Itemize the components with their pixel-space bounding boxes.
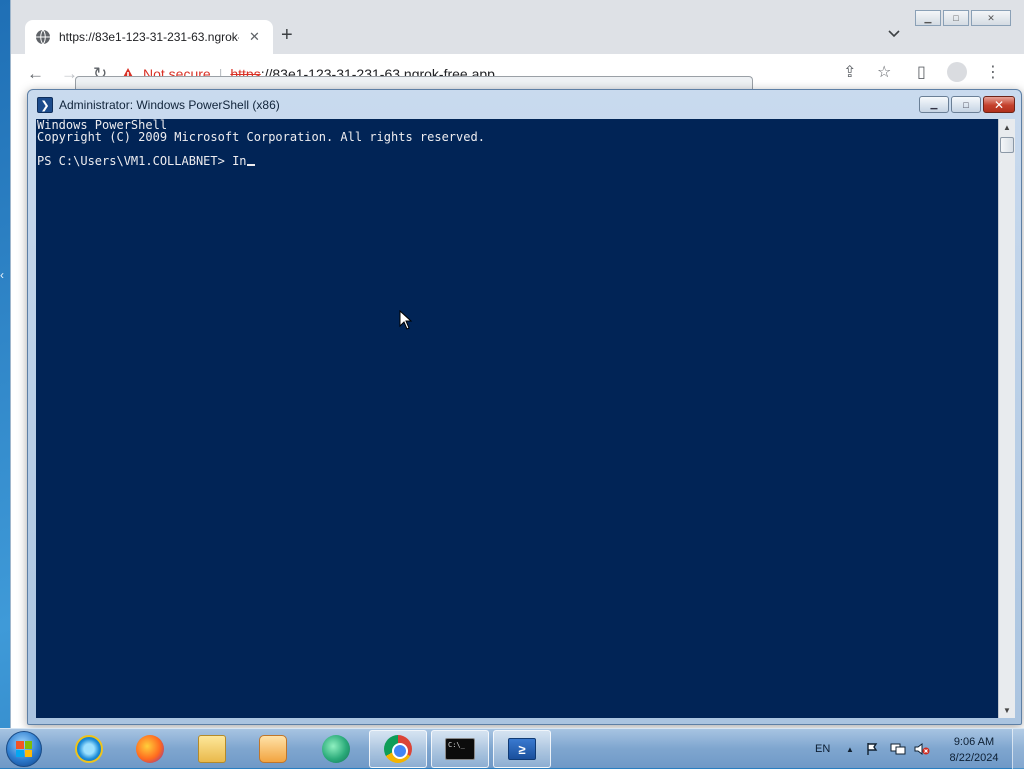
show-desktop-button[interactable] bbox=[1012, 729, 1024, 769]
taskbar-app-file-explorer[interactable] bbox=[183, 730, 241, 768]
chrome-close-button[interactable]: ✕ bbox=[971, 10, 1011, 26]
powershell-window: ❯ Administrator: Windows PowerShell (x86… bbox=[27, 89, 1022, 725]
maximize-button[interactable]: □ bbox=[951, 96, 981, 113]
close-button[interactable]: ✕ bbox=[983, 96, 1015, 113]
clock-time: 9:06 AM bbox=[953, 736, 995, 748]
powershell-title: Administrator: Windows PowerShell (x86) bbox=[59, 98, 280, 112]
system-clock[interactable]: 9:06 AM 8/22/2024 bbox=[944, 734, 1004, 766]
mouse-pointer-icon bbox=[399, 310, 413, 330]
taskbar-app-firefox[interactable] bbox=[121, 730, 179, 768]
powershell-titlebar[interactable]: ❯ Administrator: Windows PowerShell (x86… bbox=[28, 90, 1021, 120]
scroll-up-arrow-icon[interactable]: ▲ bbox=[999, 119, 1015, 135]
profile-avatar[interactable] bbox=[947, 62, 967, 87]
prompt-text: PS C:\Users\VM1.COLLABNET> bbox=[37, 154, 233, 168]
bookmark-star-icon[interactable]: ☆ bbox=[877, 62, 891, 82]
taskbar-app-powershell[interactable]: ≥ bbox=[493, 730, 551, 768]
text-cursor bbox=[246, 164, 255, 166]
browser-tab[interactable]: https://83e1-123-31-231-63.ngrok-free.ap… bbox=[25, 20, 273, 54]
folder-icon bbox=[198, 735, 226, 763]
language-indicator[interactable]: EN bbox=[815, 729, 830, 769]
taskbar-app-chrome[interactable] bbox=[369, 730, 427, 768]
globe-icon bbox=[36, 29, 50, 45]
desktop-edge-text: ‹ bbox=[0, 268, 4, 282]
chrome-maximize-button[interactable]: □ bbox=[943, 10, 969, 26]
chrome-minimize-button[interactable]: ▁ bbox=[915, 10, 941, 26]
volume-muted-icon[interactable] bbox=[914, 729, 930, 769]
clock-date: 8/22/2024 bbox=[949, 752, 999, 764]
chrome-menu-icon[interactable]: ⋮ bbox=[985, 62, 1001, 82]
chrome-window-controls: ▁ □ ✕ bbox=[915, 10, 1013, 26]
chevron-down-icon[interactable] bbox=[887, 26, 901, 40]
typed-input: In bbox=[232, 154, 247, 168]
scroll-down-arrow-icon[interactable]: ▼ bbox=[999, 702, 1015, 718]
powershell-icon: ❯ bbox=[37, 97, 53, 113]
command-prompt-icon: C:\_ bbox=[445, 738, 475, 760]
taskbar-app-internet-explorer[interactable] bbox=[60, 730, 118, 768]
back-icon[interactable]: ← bbox=[27, 64, 44, 84]
windows-logo-icon bbox=[16, 741, 32, 757]
console-line: Copyright (C) 2009 Microsoft Corporation… bbox=[37, 130, 485, 144]
page-remote-window-frame bbox=[75, 76, 753, 90]
powershell-window-controls: ▁ □ ✕ bbox=[917, 96, 1015, 113]
network-icon[interactable] bbox=[890, 729, 906, 769]
chrome-tab-strip: https://83e1-123-31-231-63.ngrok-free.ap… bbox=[11, 0, 1024, 54]
avatar-icon bbox=[947, 62, 967, 82]
side-panel-icon[interactable]: ▯ bbox=[917, 62, 926, 82]
powershell-console[interactable]: Windows PowerShell Copyright (C) 2009 Mic… bbox=[36, 119, 998, 718]
taskbar-app-command-prompt[interactable]: C:\_ bbox=[431, 730, 489, 768]
show-hidden-icons-arrow-icon[interactable]: ▲ bbox=[846, 729, 854, 769]
firefox-icon bbox=[136, 735, 164, 763]
action-center-flag-icon[interactable] bbox=[866, 729, 880, 769]
minimize-button[interactable]: ▁ bbox=[919, 96, 949, 113]
taskbar-app-green[interactable] bbox=[307, 730, 365, 768]
scrollbar-thumb[interactable] bbox=[1000, 137, 1014, 153]
tab-close-icon[interactable]: ✕ bbox=[249, 29, 260, 45]
tab-title: https://83e1-123-31-231-63.ngrok-free.ap… bbox=[59, 30, 239, 44]
powershell-taskbar-icon: ≥ bbox=[508, 738, 536, 760]
vertical-scrollbar[interactable]: ▲ ▼ bbox=[998, 119, 1015, 718]
internet-explorer-icon bbox=[75, 735, 103, 763]
chrome-icon bbox=[384, 735, 412, 763]
new-tab-button[interactable]: + bbox=[281, 24, 293, 47]
media-player-icon bbox=[259, 735, 287, 763]
start-button[interactable] bbox=[6, 731, 42, 767]
share-icon[interactable]: ⇪ bbox=[843, 62, 856, 82]
taskbar: C:\_ ≥ EN ▲ 9:06 AM 8/22/2024 bbox=[0, 728, 1024, 769]
green-app-icon bbox=[322, 735, 350, 763]
taskbar-app-media-player[interactable] bbox=[244, 730, 302, 768]
prompt-line: PS C:\Users\VM1.COLLABNET> In bbox=[37, 155, 997, 167]
